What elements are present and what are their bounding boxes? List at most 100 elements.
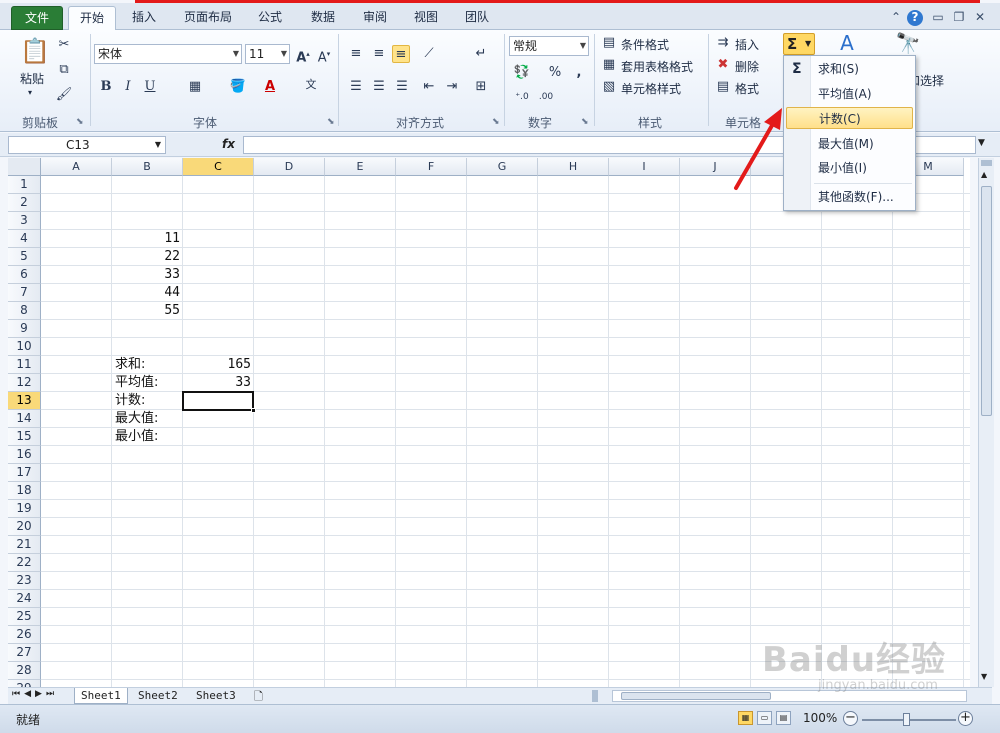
column-header-g[interactable]: G: [467, 158, 538, 176]
comma-button[interactable]: ,: [570, 64, 588, 82]
row-header-22[interactable]: 22: [8, 554, 41, 572]
tab-home[interactable]: 开始: [68, 6, 116, 31]
column-header-i[interactable]: I: [609, 158, 680, 176]
conditional-format-button[interactable]: 条件格式: [621, 36, 669, 53]
paste-button[interactable]: 粘贴: [20, 70, 44, 87]
menu-item-count[interactable]: 计数(C): [786, 107, 913, 129]
column-header-c[interactable]: C: [183, 158, 254, 176]
format-cells-button[interactable]: 格式: [735, 80, 759, 97]
menu-item-min[interactable]: 最小值(I): [786, 157, 913, 179]
row-header-4[interactable]: 4: [8, 230, 41, 248]
percent-button[interactable]: %: [546, 64, 564, 82]
number-format-combo[interactable]: 常规 ▼: [509, 36, 589, 56]
sheet-tab-2[interactable]: Sheet2: [132, 688, 184, 704]
underline-button[interactable]: U: [141, 78, 159, 96]
column-header-f[interactable]: F: [396, 158, 467, 176]
page-break-view-icon[interactable]: ▤: [776, 711, 791, 725]
fill-handle[interactable]: [251, 408, 256, 413]
insert-function-button[interactable]: fx: [222, 137, 235, 151]
column-header-a[interactable]: A: [41, 158, 112, 176]
format-painter-icon[interactable]: 🖌: [55, 86, 73, 104]
decrease-decimal-icon[interactable]: .00: [537, 88, 555, 106]
zoom-in-icon[interactable]: +: [958, 711, 973, 726]
font-launcher-icon[interactable]: ⬊: [327, 117, 335, 127]
cell-b4[interactable]: 11: [112, 230, 183, 248]
tab-page-layout[interactable]: 页面布局: [178, 6, 238, 30]
row-header-24[interactable]: 24: [8, 590, 41, 608]
align-middle-icon[interactable]: ≡: [370, 45, 388, 63]
row-header-8[interactable]: 8: [8, 302, 41, 320]
zoom-slider-thumb[interactable]: [903, 713, 910, 726]
row-header-6[interactable]: 6: [8, 266, 41, 284]
menu-item-sum[interactable]: Σ 求和(S): [786, 58, 913, 80]
insert-cells-button[interactable]: 插入: [735, 36, 759, 53]
align-bottom-icon[interactable]: ≡: [392, 45, 410, 63]
row-header-20[interactable]: 20: [8, 518, 41, 536]
restore-icon[interactable]: ❐: [951, 10, 967, 26]
spreadsheet-grid[interactable]: ABCDEFGHIJKLM123456789101112131415161718…: [8, 158, 970, 687]
align-center-icon[interactable]: ☰: [370, 78, 388, 96]
row-header-19[interactable]: 19: [8, 500, 41, 518]
tab-review[interactable]: 审阅: [355, 6, 395, 30]
sheet-nav-icon[interactable]: ⏮◀▶⏭: [12, 689, 58, 699]
row-header-3[interactable]: 3: [8, 212, 41, 230]
row-header-1[interactable]: 1: [8, 176, 41, 194]
help-icon[interactable]: ?: [907, 10, 923, 26]
row-header-10[interactable]: 10: [8, 338, 41, 356]
vertical-scroll-thumb[interactable]: [981, 186, 992, 416]
minimize-icon[interactable]: ▭: [930, 10, 946, 26]
page-layout-view-icon[interactable]: ▭: [757, 711, 772, 725]
shrink-font-icon[interactable]: A▾: [315, 45, 333, 65]
row-header-18[interactable]: 18: [8, 482, 41, 500]
row-header-5[interactable]: 5: [8, 248, 41, 266]
autosum-button[interactable]: Σ ▼: [783, 33, 815, 55]
tab-team[interactable]: 团队: [457, 6, 497, 30]
tab-formulas[interactable]: 公式: [250, 6, 290, 30]
row-header-15[interactable]: 15: [8, 428, 41, 446]
expand-formula-icon[interactable]: ▼: [978, 138, 985, 148]
row-header-17[interactable]: 17: [8, 464, 41, 482]
font-size-combo[interactable]: 11 ▼: [245, 44, 290, 64]
cell-b14[interactable]: 最大值:: [112, 410, 223, 428]
column-header-e[interactable]: E: [325, 158, 396, 176]
tab-view[interactable]: 视图: [406, 6, 446, 30]
cell-c11[interactable]: 165: [183, 356, 254, 374]
orientation-icon[interactable]: ⟋: [420, 45, 438, 63]
menu-item-more-functions[interactable]: 其他函数(F)...: [786, 186, 913, 208]
row-header-13[interactable]: 13: [8, 392, 41, 410]
tab-file[interactable]: 文件: [11, 6, 63, 30]
merge-center-icon[interactable]: ⊞: [472, 78, 490, 96]
copy-icon[interactable]: ⧉: [55, 61, 73, 79]
row-header-26[interactable]: 26: [8, 626, 41, 644]
row-header-27[interactable]: 27: [8, 644, 41, 662]
paste-icon[interactable]: 📋: [20, 36, 50, 66]
menu-item-average[interactable]: 平均值(A): [786, 83, 913, 105]
row-header-23[interactable]: 23: [8, 572, 41, 590]
scroll-up-icon[interactable]: ▲: [981, 170, 987, 179]
normal-view-icon[interactable]: ▦: [738, 711, 753, 725]
cell-c12[interactable]: 33: [183, 374, 254, 392]
split-handle[interactable]: [981, 160, 992, 166]
collapse-ribbon-icon[interactable]: ⌃: [888, 10, 904, 26]
font-name-combo[interactable]: 宋体 ▼: [94, 44, 242, 64]
alignment-launcher-icon[interactable]: ⬊: [492, 117, 500, 127]
row-header-29[interactable]: 29: [8, 680, 41, 687]
column-header-h[interactable]: H: [538, 158, 609, 176]
currency-icon[interactable]: 💱: [513, 64, 531, 82]
align-left-icon[interactable]: ☰: [347, 78, 365, 96]
cut-icon[interactable]: ✂: [55, 36, 73, 54]
row-header-7[interactable]: 7: [8, 284, 41, 302]
clipboard-launcher-icon[interactable]: ⬊: [76, 117, 84, 127]
active-cell-c13[interactable]: [182, 391, 256, 413]
cell-b7[interactable]: 44: [112, 284, 183, 302]
decrease-indent-icon[interactable]: ⇤: [420, 78, 438, 96]
row-header-16[interactable]: 16: [8, 446, 41, 464]
tab-split-handle[interactable]: [592, 690, 598, 702]
border-icon[interactable]: ▦: [186, 78, 204, 96]
align-right-icon[interactable]: ☰: [393, 78, 411, 96]
zoom-level[interactable]: 100%: [803, 711, 837, 725]
cell-b6[interactable]: 33: [112, 266, 183, 284]
cell-b5[interactable]: 22: [112, 248, 183, 266]
row-header-11[interactable]: 11: [8, 356, 41, 374]
format-as-table-button[interactable]: 套用表格格式: [621, 58, 693, 75]
